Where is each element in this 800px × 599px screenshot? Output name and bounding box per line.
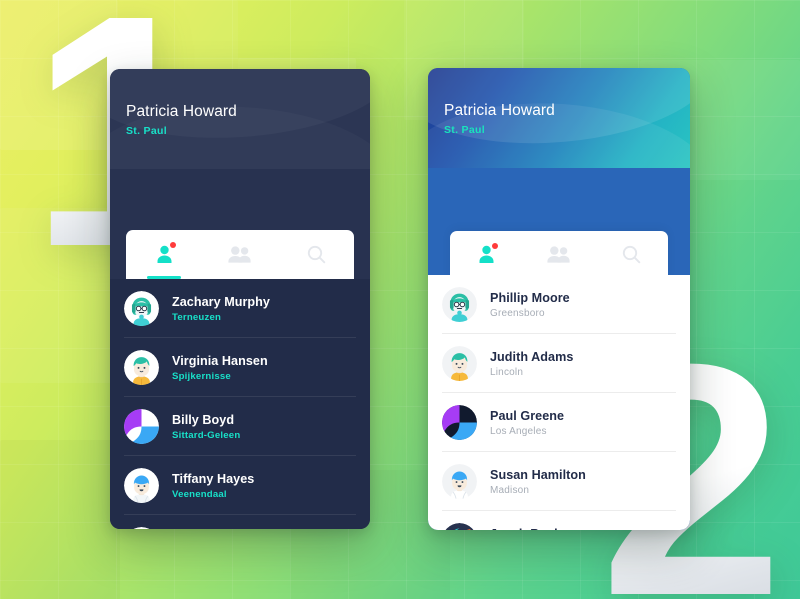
- contact-location: Spijkernisse: [172, 370, 231, 382]
- avatar: [442, 523, 477, 530]
- contact-name: Paul Greene: [490, 408, 565, 423]
- contact-row[interactable]: Zachary Murphy Terneuzen: [110, 279, 370, 338]
- contact-row[interactable]: Susan Hamilton Madison: [428, 452, 690, 511]
- card-header: Patricia Howard St. Paul: [428, 68, 690, 168]
- tab-search[interactable]: [278, 230, 354, 279]
- contact-location: Sittard-Geleen: [172, 429, 241, 441]
- contact-location: Madison: [490, 484, 530, 496]
- people-icon: [547, 246, 570, 263]
- contact-location: Los Angeles: [490, 425, 547, 437]
- illustration-green-hair-yellow-shirt-avatar: [124, 350, 159, 385]
- contact-meta: Tiffany Hayes Veenendaal: [172, 472, 254, 500]
- header-text-block: Patricia Howard St. Paul: [126, 103, 237, 137]
- card-header: Patricia Howard St. Paul: [110, 69, 370, 169]
- geometric-teal-orange-white-avatar: [133, 527, 150, 529]
- contact-name: Judith Adams: [490, 349, 574, 364]
- contact-name: Zachary Murphy: [172, 294, 270, 309]
- contact-meta: Phillip Moore Greensboro: [490, 291, 570, 319]
- contact-meta: Zachary Murphy Terneuzen: [172, 295, 270, 323]
- tab-groups[interactable]: [202, 230, 278, 279]
- avatar: [442, 346, 477, 381]
- background-tile: [0, 440, 120, 599]
- illustration-blue-hair-avatar: [442, 464, 477, 499]
- contact-list[interactable]: Phillip Moore Greensboro Judith Adams Li…: [428, 275, 690, 530]
- contact-meta: Jacob Banks Lexington-Fayette: [490, 527, 573, 531]
- contact-location: Lincoln: [490, 366, 524, 378]
- notification-badge-dot: [491, 243, 498, 249]
- contact-name: Susan Hamilton: [490, 467, 586, 482]
- contact-name: Tiffany Hayes: [172, 471, 255, 486]
- contacts-card-light: Patricia Howard St. Paul Phillip Moore G…: [428, 68, 690, 530]
- contact-meta: Susan Hamilton Madison: [490, 468, 586, 496]
- header-text-block: Patricia Howard St. Paul: [444, 102, 555, 136]
- contact-row[interactable]: Tiffany Hayes Veenendaal: [110, 456, 370, 515]
- contact-name: Phillip Moore: [490, 290, 570, 305]
- illustration-teal-hair-glasses-avatar: [124, 291, 159, 326]
- avatar: [442, 464, 477, 499]
- geometric-teal-orange-navy-avatar: [445, 523, 474, 530]
- avatar: [124, 527, 159, 529]
- tab-search[interactable]: [595, 231, 668, 278]
- avatar: [124, 291, 159, 326]
- profile-location: St. Paul: [126, 125, 167, 137]
- contact-list[interactable]: Zachary Murphy Terneuzen Virginia Hansen…: [110, 279, 370, 529]
- profile-name: Patricia Howard: [126, 103, 237, 120]
- contact-row[interactable]: Virginia Hansen Spijkernisse: [110, 338, 370, 397]
- contact-name: Virginia Hansen: [172, 353, 268, 368]
- contact-row[interactable]: Phillip Moore Greensboro: [428, 275, 690, 334]
- contact-name: Jacob Banks: [490, 527, 573, 531]
- illustration-green-hair-yellow-shirt-avatar: [442, 346, 477, 381]
- geometric-purple-blue-white-avatar: [124, 409, 159, 444]
- search-icon: [307, 245, 325, 264]
- contacts-card-dark: Patricia Howard St. Paul Zachary Murphy …: [110, 69, 370, 529]
- contact-row[interactable]: Judith Adams Lincoln: [428, 334, 690, 393]
- tab-bar: [450, 231, 668, 278]
- screenshot-stage: 1 2 Patricia Howard St. Paul: [0, 0, 800, 599]
- contact-location: Terneuzen: [172, 311, 222, 323]
- search-icon: [623, 245, 641, 264]
- contact-row[interactable]: Jacob Banks Lexington-Fayette: [428, 511, 690, 530]
- tab-contacts[interactable]: [450, 231, 523, 278]
- person-icon: [157, 245, 171, 263]
- avatar: [124, 468, 159, 503]
- contact-meta: Paul Greene Los Angeles: [490, 409, 564, 437]
- contact-row[interactable]: Jesse Jensen Purmerend: [110, 515, 370, 529]
- profile-location: St. Paul: [444, 124, 485, 136]
- illustration-teal-hair-glasses-avatar: [442, 287, 477, 322]
- tab-contacts[interactable]: [126, 230, 202, 279]
- contact-location: Greensboro: [490, 307, 545, 319]
- people-icon: [228, 246, 251, 263]
- avatar: [124, 350, 159, 385]
- geometric-purple-blue-navy-avatar: [442, 405, 477, 440]
- profile-name: Patricia Howard: [444, 102, 555, 119]
- tab-groups[interactable]: [523, 231, 596, 278]
- contact-meta: Virginia Hansen Spijkernisse: [172, 354, 268, 382]
- contact-name: Billy Boyd: [172, 412, 235, 427]
- contact-meta: Billy Boyd Sittard-Geleen: [172, 413, 240, 441]
- avatar: [442, 287, 477, 322]
- illustration-blue-hair-avatar: [124, 468, 159, 503]
- notification-badge-dot: [169, 242, 176, 248]
- contact-row[interactable]: Paul Greene Los Angeles: [428, 393, 690, 452]
- contact-meta: Judith Adams Lincoln: [490, 350, 573, 378]
- avatar: [442, 405, 477, 440]
- contact-location: Veenendaal: [172, 488, 227, 500]
- contact-row[interactable]: Billy Boyd Sittard-Geleen: [110, 397, 370, 456]
- tab-bar: [126, 230, 354, 279]
- avatar: [124, 409, 159, 444]
